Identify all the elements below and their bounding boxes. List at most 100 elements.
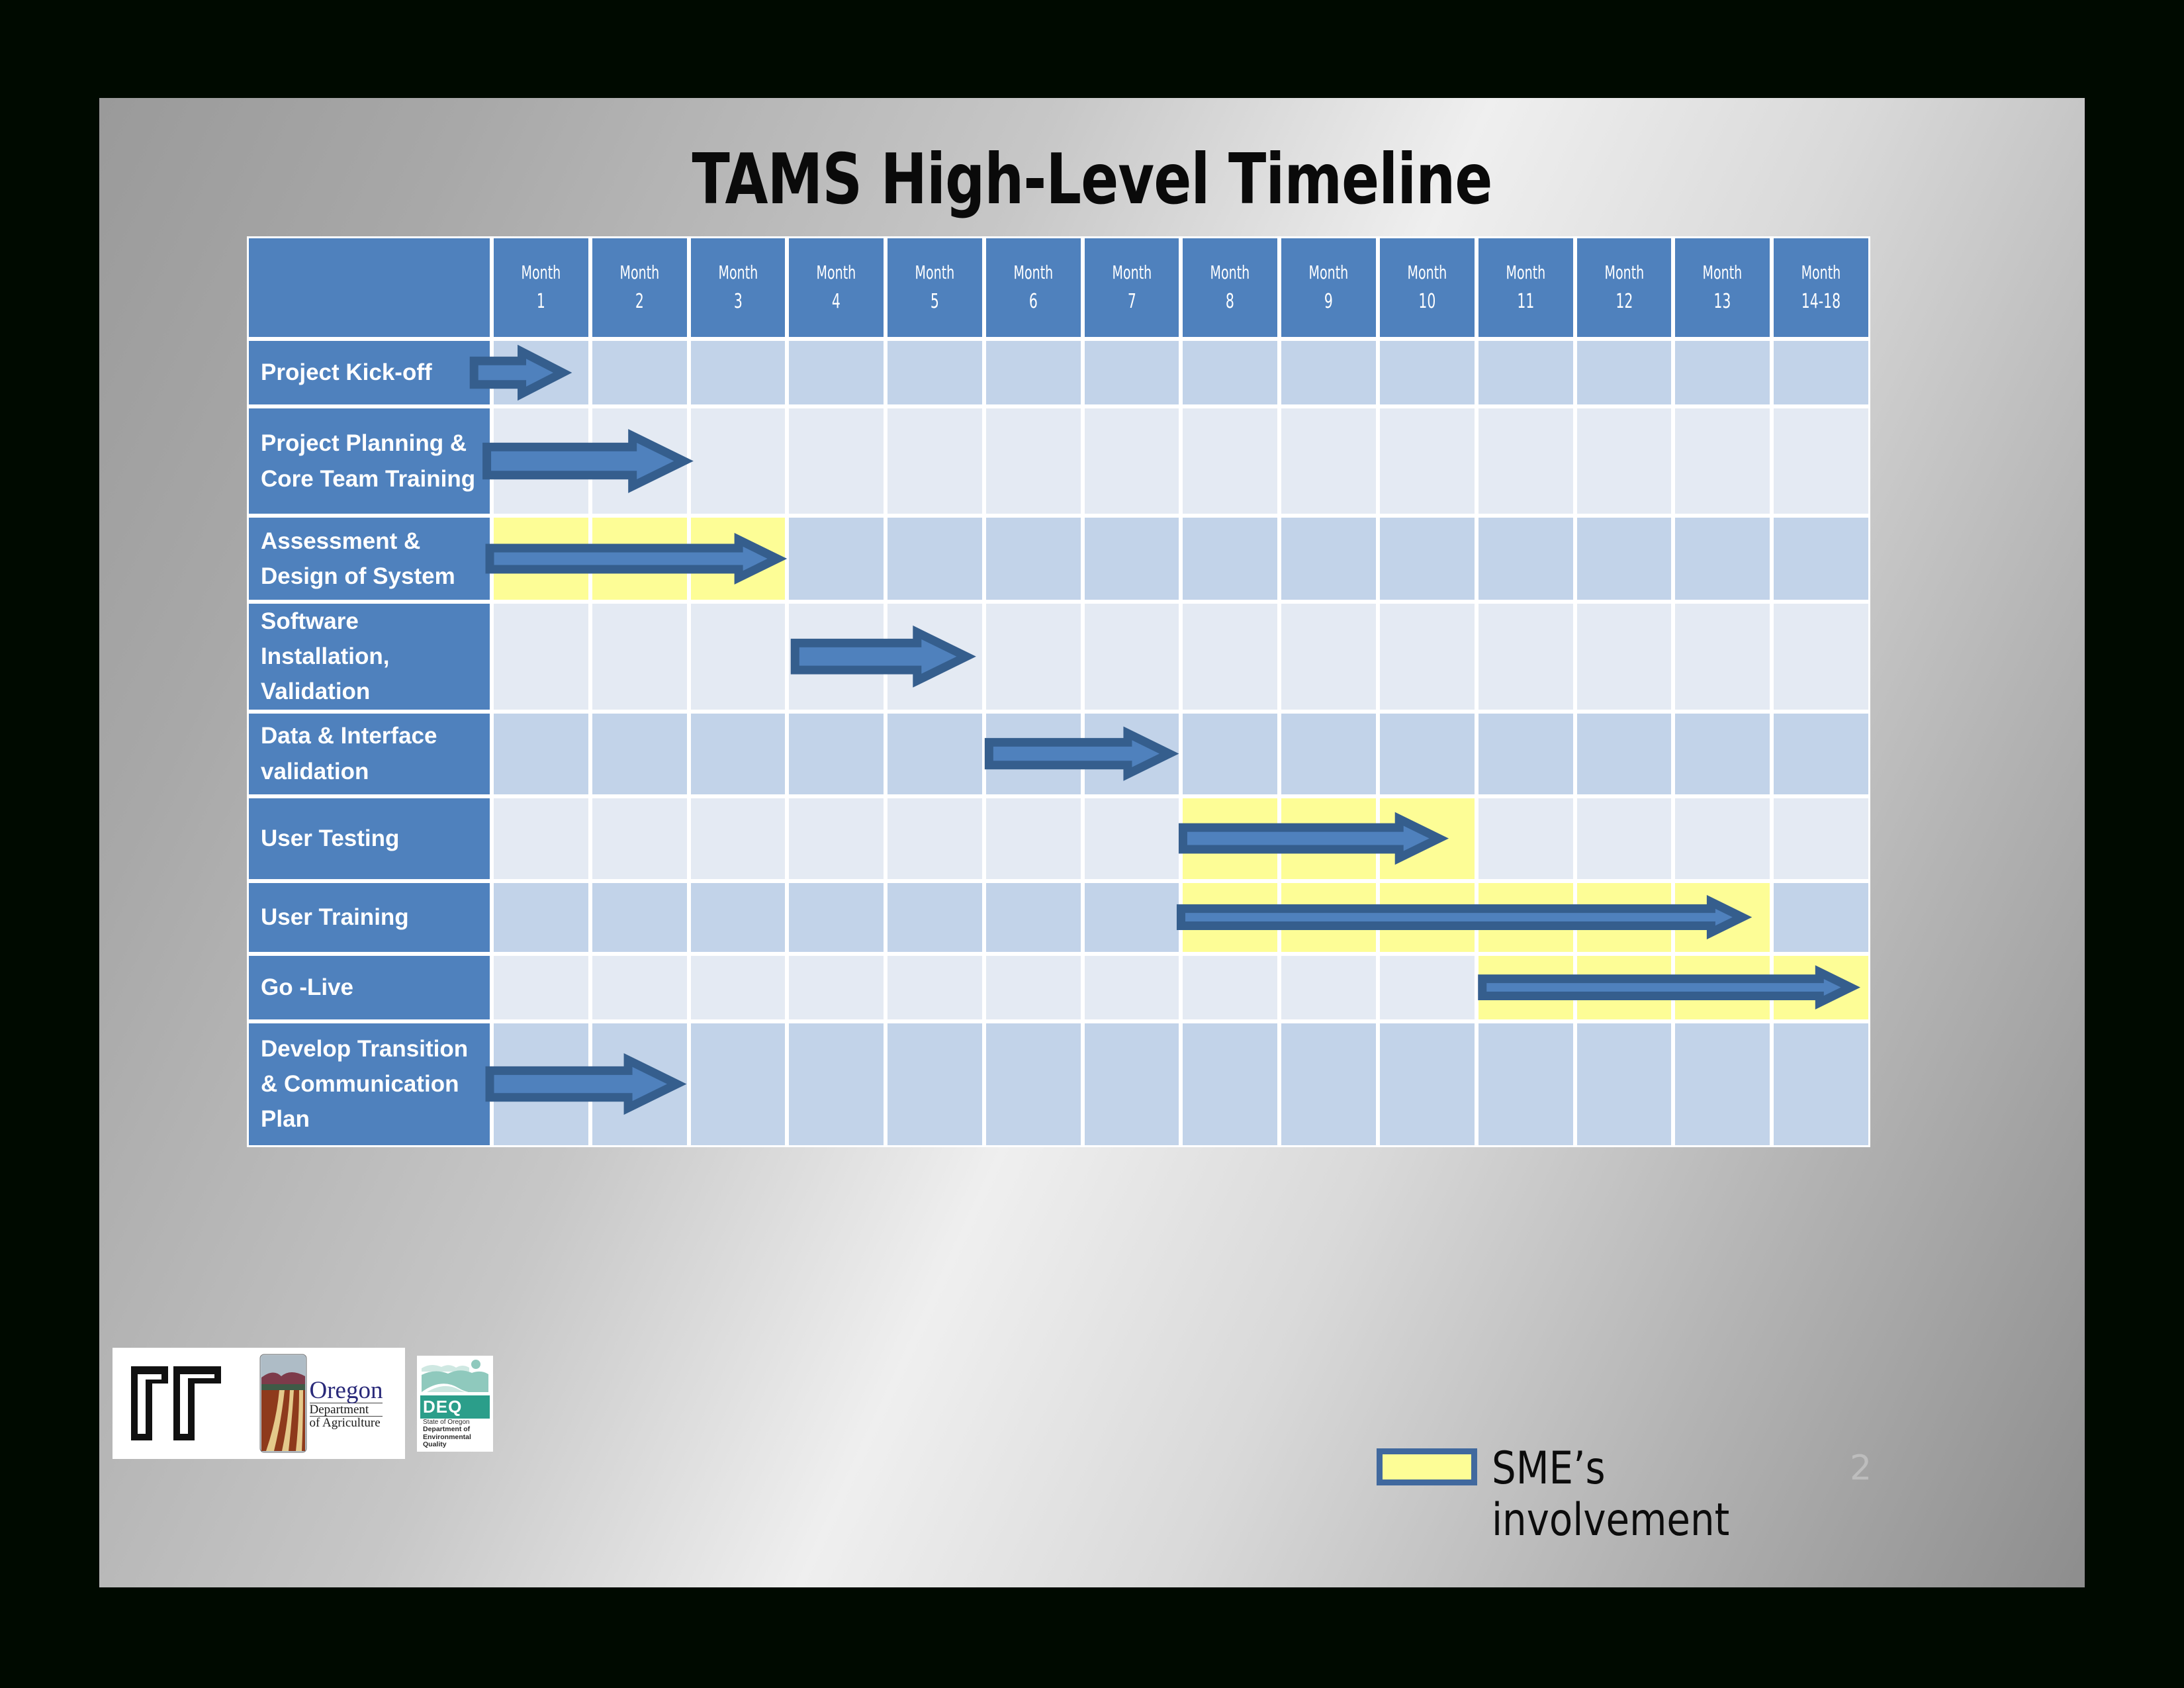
cell-r6-c13 bbox=[1673, 796, 1772, 881]
column-header-word: Month bbox=[1210, 261, 1250, 283]
cell-r9-c1 bbox=[492, 1021, 590, 1147]
column-header-word: Month bbox=[1801, 261, 1841, 283]
column-header-month-4: Month 4 bbox=[787, 236, 886, 339]
cell-r1-c8 bbox=[1181, 339, 1280, 406]
farm-field-image bbox=[259, 1354, 307, 1453]
row-label-4: Software Installation, Validation bbox=[247, 602, 492, 712]
cell-r1-c11 bbox=[1476, 339, 1575, 406]
column-header-number: 12 bbox=[1615, 290, 1633, 313]
cell-r6-c1 bbox=[492, 796, 590, 881]
cell-r1-c4 bbox=[787, 339, 886, 406]
cell-r6-c11 bbox=[1476, 796, 1575, 881]
cell-r3-c1 bbox=[492, 516, 590, 602]
row-label-5: Data & Interface validation bbox=[247, 711, 492, 796]
cell-r9-c9 bbox=[1279, 1021, 1379, 1147]
row-label-9: Develop Transition & Communication Plan bbox=[247, 1021, 492, 1147]
cell-r2-c2 bbox=[590, 406, 689, 516]
cell-r6-c8 bbox=[1181, 796, 1280, 881]
cell-r2-c7 bbox=[1082, 406, 1181, 516]
deq-landscape-icon bbox=[420, 1357, 490, 1393]
cell-r8-c11 bbox=[1476, 953, 1575, 1021]
cell-r3-c4 bbox=[787, 516, 886, 602]
cell-r7-c5 bbox=[886, 880, 984, 954]
table-row: Project Planning & Core Team Training bbox=[247, 406, 1870, 516]
column-header-word: Month bbox=[1604, 261, 1644, 283]
cell-r1-c14 bbox=[1772, 339, 1870, 406]
column-header-month-9: Month 9 bbox=[1279, 236, 1379, 339]
cell-r4-c12 bbox=[1574, 602, 1674, 712]
header-corner-cell bbox=[247, 236, 492, 339]
cell-r6-c14 bbox=[1772, 796, 1870, 881]
cell-r7-c9 bbox=[1279, 880, 1379, 954]
cell-r6-c5 bbox=[886, 796, 984, 881]
column-header-number: 3 bbox=[733, 290, 743, 313]
column-header-word: Month bbox=[1013, 261, 1054, 283]
cell-r4-c6 bbox=[983, 602, 1083, 712]
cell-r3-c2 bbox=[590, 516, 689, 602]
row-label-8: Go -Live bbox=[247, 953, 492, 1021]
cell-r8-c7 bbox=[1082, 953, 1181, 1021]
cell-r8-c2 bbox=[590, 953, 689, 1021]
cell-r4-c4 bbox=[787, 602, 886, 712]
cell-r8-c8 bbox=[1181, 953, 1280, 1021]
cell-r1-c1 bbox=[492, 339, 590, 406]
table-row: Data & Interface validation bbox=[247, 711, 1870, 796]
cell-r4-c8 bbox=[1181, 602, 1280, 712]
column-header-month-2: Month 2 bbox=[590, 236, 689, 339]
cell-r6-c6 bbox=[983, 796, 1083, 881]
cell-r3-c9 bbox=[1279, 516, 1379, 602]
legend-label: SME’s involvement bbox=[1492, 1442, 1730, 1547]
table-row: Software Installation, Validation bbox=[247, 602, 1870, 712]
table-header-row: Month 1 Month 2 Month 3 Month 4 Month 5 Month 6 Mont… bbox=[247, 236, 1870, 339]
cell-r1-c9 bbox=[1279, 339, 1379, 406]
slide-number: 2 bbox=[1850, 1448, 1872, 1488]
cell-r7-c8 bbox=[1181, 880, 1280, 954]
cell-r1-c10 bbox=[1378, 339, 1477, 406]
cell-r3-c5 bbox=[886, 516, 984, 602]
cell-r5-c3 bbox=[688, 711, 788, 796]
cell-r8-c6 bbox=[983, 953, 1083, 1021]
cell-r4-c14 bbox=[1772, 602, 1870, 712]
cell-r9-c7 bbox=[1082, 1021, 1181, 1147]
table-row: Assessment & Design of System bbox=[247, 516, 1870, 602]
cell-r5-c2 bbox=[590, 711, 689, 796]
cell-r2-c4 bbox=[787, 406, 886, 516]
cell-r3-c10 bbox=[1378, 516, 1477, 602]
column-header-number: 8 bbox=[1226, 290, 1235, 313]
column-header-word: Month bbox=[521, 261, 561, 283]
cell-r5-c10 bbox=[1378, 711, 1477, 796]
cell-r7-c4 bbox=[787, 880, 886, 954]
column-header-number: 11 bbox=[1517, 290, 1535, 313]
cell-r8-c10 bbox=[1378, 953, 1477, 1021]
legend-swatch-sme bbox=[1377, 1448, 1477, 1485]
table-row: User Training bbox=[247, 880, 1870, 954]
cell-r9-c6 bbox=[983, 1021, 1083, 1147]
column-header-number: 2 bbox=[635, 290, 644, 313]
cell-r5-c8 bbox=[1181, 711, 1280, 796]
row-label-3: Assessment & Design of System bbox=[247, 516, 492, 602]
cell-r1-c2 bbox=[590, 339, 689, 406]
cell-r2-c9 bbox=[1279, 406, 1379, 516]
cell-r9-c14 bbox=[1772, 1021, 1870, 1147]
cell-r4-c11 bbox=[1476, 602, 1575, 712]
cell-r9-c11 bbox=[1476, 1021, 1575, 1147]
column-header-month-8: Month 8 bbox=[1181, 236, 1280, 339]
row-label-2: Project Planning & Core Team Training bbox=[247, 406, 492, 516]
legend-label-line2: involvement bbox=[1492, 1494, 1730, 1547]
presentation-slide: TAMS High-Level Timeline Month 1 Month 2 Mon… bbox=[99, 98, 2085, 1587]
legend: SME’s involvement bbox=[1377, 1442, 1730, 1547]
column-header-number: 1 bbox=[536, 290, 545, 313]
cell-r9-c12 bbox=[1574, 1021, 1674, 1147]
table-row: Go -Live bbox=[247, 953, 1870, 1021]
cell-r7-c13 bbox=[1673, 880, 1772, 954]
column-header-month-1: Month 1 bbox=[492, 236, 590, 339]
column-header-number: 5 bbox=[931, 290, 940, 313]
cell-r4-c2 bbox=[590, 602, 689, 712]
cell-r6-c9 bbox=[1279, 796, 1379, 881]
cell-r7-c1 bbox=[492, 880, 590, 954]
column-header-number: 13 bbox=[1713, 290, 1731, 313]
cell-r8-c4 bbox=[787, 953, 886, 1021]
cell-r7-c7 bbox=[1082, 880, 1181, 954]
column-header-word: Month bbox=[619, 261, 660, 283]
cell-r2-c1 bbox=[492, 406, 590, 516]
